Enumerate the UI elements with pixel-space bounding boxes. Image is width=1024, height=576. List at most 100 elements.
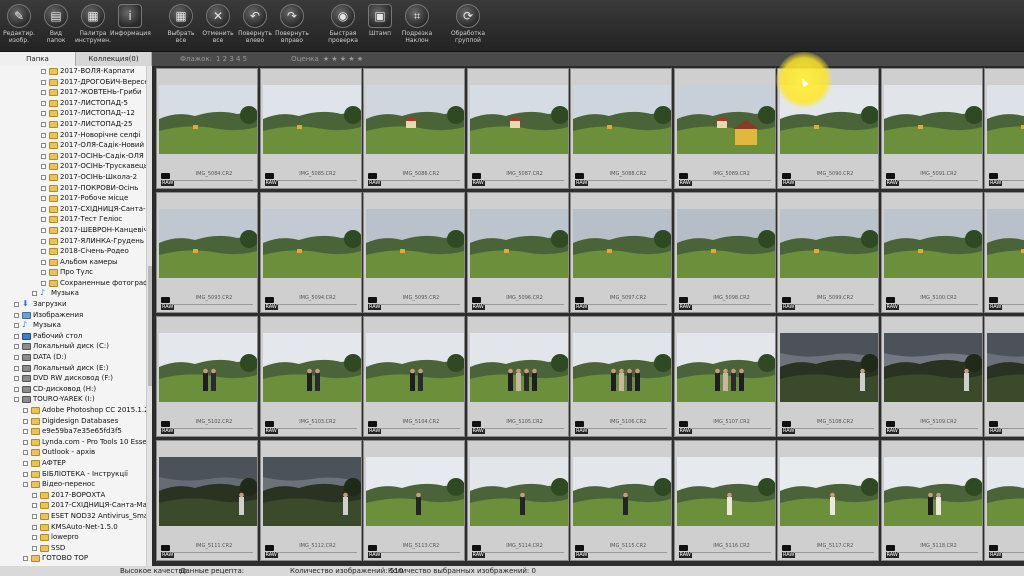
expand-toggle-icon[interactable] [14,344,19,350]
expand-toggle-icon[interactable] [41,111,46,117]
expand-toggle-icon[interactable] [41,185,46,191]
thumbnail-cell[interactable]: RAW IMG_5087.CR2 [466,68,569,189]
tree-item[interactable]: 2017-ПОКРОВИ-Осінь [0,183,152,194]
thumbnail-cell[interactable]: RAW IMG_5119.CR2 [984,440,1024,561]
stamp-button[interactable]: ▣ Штамп [363,0,397,50]
expand-toggle-icon[interactable] [32,535,37,541]
expand-toggle-icon[interactable] [41,153,46,159]
expand-toggle-icon[interactable] [14,302,19,308]
thumbnail-cell[interactable]: RAW IMG_5118.CR2 [880,440,983,561]
thumbnail-cell[interactable]: RAW IMG_5113.CR2 [363,440,465,561]
tab-collection[interactable]: Коллекция(0) [76,52,152,66]
tree-scroll-thumb[interactable] [148,266,152,386]
expand-toggle-icon[interactable] [32,492,37,498]
tree-item[interactable]: 2017-ЖОВТЕНЬ-Гриби [0,87,152,98]
tree-item[interactable]: e9e59ba7e35e65fd3f5 [0,426,152,437]
thumbnail-cell[interactable]: RAW IMG_5094.CR2 [259,192,362,313]
expand-toggle-icon[interactable] [32,545,37,551]
expand-toggle-icon[interactable] [32,513,37,519]
thumbnail-cell[interactable]: RAW IMG_5106.CR2 [570,316,672,437]
thumbnail-cell[interactable]: RAW IMG_5114.CR2 [466,440,569,561]
expand-toggle-icon[interactable] [41,270,46,276]
tree-item[interactable]: Рабочий стол [0,331,152,342]
crop-tilt-button[interactable]: ⌗ Подрезка Наклон [400,0,434,50]
thumbnail-cell[interactable]: RAW IMG_5089.CR2 [673,68,776,189]
thumbnail-cell[interactable]: RAW IMG_5084.CR2 [156,68,258,189]
tree-item[interactable]: SSD [0,543,152,554]
expand-toggle-icon[interactable] [23,556,28,562]
tree-item[interactable]: 2017-ШЕВРОН-Канцевіч [0,225,152,236]
expand-toggle-icon[interactable] [32,524,37,530]
thumbnail-cell[interactable]: RAW IMG_5117.CR2 [777,440,879,561]
expand-toggle-icon[interactable] [41,249,46,255]
thumbnail-cell[interactable]: RAW IMG_5116.CR2 [673,440,776,561]
expand-toggle-icon[interactable] [41,206,46,212]
expand-toggle-icon[interactable] [41,217,46,223]
tree-item[interactable]: Изображения [0,310,152,321]
tree-item[interactable]: 2018-Січень-Родео [0,246,152,257]
tree-scrollbar[interactable] [146,66,152,566]
tree-item[interactable]: 2017-ЛИСТОПАД-25 [0,119,152,130]
expand-toggle-icon[interactable] [14,312,19,318]
deselect-all-button[interactable]: ✕ Отменить все [201,0,235,50]
tree-item[interactable]: lowepro [0,532,152,543]
tree-item[interactable]: 2017-ОСІНЬ-Школа-2 [0,172,152,183]
tree-item[interactable]: Adobe Photoshop CC 2015.1.2 (2 [0,405,152,416]
quick-check-button[interactable]: ◉ Быстрая проверка [326,0,360,50]
expand-toggle-icon[interactable] [41,174,46,180]
tree-item[interactable]: Відео-перенос [0,479,152,490]
expand-toggle-icon[interactable] [41,69,46,74]
rating-filter-stars[interactable]: ★ ★ ★ ★ ★ [323,55,363,63]
expand-toggle-icon[interactable] [23,471,28,477]
expand-toggle-icon[interactable] [41,121,46,127]
expand-toggle-icon[interactable] [32,291,37,297]
rotate-left-button[interactable]: ↶ Повернуть влево [238,0,272,50]
tree-item[interactable]: 2017-СХІДНИЦЯ-Санта-Мар [0,500,152,511]
expand-toggle-icon[interactable] [41,79,46,85]
expand-toggle-icon[interactable] [23,482,28,488]
tree-item[interactable]: 2017-ДРОГОБИЧ-Вересе [0,77,152,88]
thumbnail-cell[interactable]: RAW IMG_5098.CR2 [673,192,776,313]
expand-toggle-icon[interactable] [41,164,46,170]
tree-item[interactable]: 2017-Робоче місце [0,193,152,204]
tree-item[interactable]: 2017-ВОРОХТА [0,490,152,501]
thumbnail-cell[interactable]: RAW IMG_5091.CR2 [880,68,983,189]
expand-toggle-icon[interactable] [41,280,46,286]
thumbnail-cell[interactable]: RAW IMG_5102.CR2 [156,316,258,437]
tool-palette-button[interactable]: ▦ Палитра инструмен. [75,0,111,50]
thumbnail-cell[interactable]: RAW IMG_5103.CR2 [259,316,362,437]
tab-folder[interactable]: Папка [0,52,76,66]
folder-view-button[interactable]: ▤ Вид папок [39,0,73,50]
thumbnail-cell[interactable]: RAW IMG_5101.CR2 [984,192,1024,313]
thumbnail-cell[interactable]: RAW IMG_5093.CR2 [156,192,258,313]
expand-toggle-icon[interactable] [41,90,46,96]
thumbnail-cell[interactable]: RAW IMG_5095.CR2 [363,192,465,313]
tree-item[interactable]: ⬇ Загрузки [0,299,152,310]
expand-toggle-icon[interactable] [41,238,46,244]
tree-item[interactable]: Локальный диск (E:) [0,363,152,374]
thumbnail-cell[interactable]: RAW IMG_5092.CR2 [984,68,1024,189]
expand-toggle-icon[interactable] [41,196,46,202]
edit-image-button[interactable]: ✎ Редактир. изобр. [2,0,36,50]
thumbnail-cell[interactable]: RAW IMG_5100.CR2 [880,192,983,313]
thumbnail-cell[interactable]: RAW IMG_5085.CR2 [259,68,362,189]
expand-toggle-icon[interactable] [14,323,19,329]
thumbnail-cell[interactable]: RAW IMG_5086.CR2 [363,68,465,189]
tree-item[interactable]: Outlook - архів [0,447,152,458]
thumbnail-cell[interactable]: RAW IMG_5110.CR2 [984,316,1024,437]
expand-toggle-icon[interactable] [41,132,46,138]
tree-item[interactable]: Lynda.com - Pro Tools 10 Essent [0,437,152,448]
thumbnail-cell[interactable]: RAW IMG_5107.CR2 [673,316,776,437]
expand-toggle-icon[interactable] [14,355,19,361]
expand-toggle-icon[interactable] [41,227,46,233]
expand-toggle-icon[interactable] [23,429,28,435]
tree-item[interactable]: KMSAuto-Net-1.5.0 [0,522,152,533]
thumbnail-cell[interactable]: RAW IMG_5088.CR2 [570,68,672,189]
expand-toggle-icon[interactable] [41,143,46,149]
tree-item[interactable]: 2017-ЯЛИНКА-Грудень [0,236,152,247]
expand-toggle-icon[interactable] [23,450,28,456]
thumbnail-cell[interactable]: RAW IMG_5097.CR2 [570,192,672,313]
tree-item[interactable]: TOURO-YAREK (I:) [0,394,152,405]
thumbnail-cell[interactable]: RAW IMG_5115.CR2 [570,440,672,561]
thumbnail-cell[interactable]: RAW IMG_5099.CR2 [777,192,879,313]
